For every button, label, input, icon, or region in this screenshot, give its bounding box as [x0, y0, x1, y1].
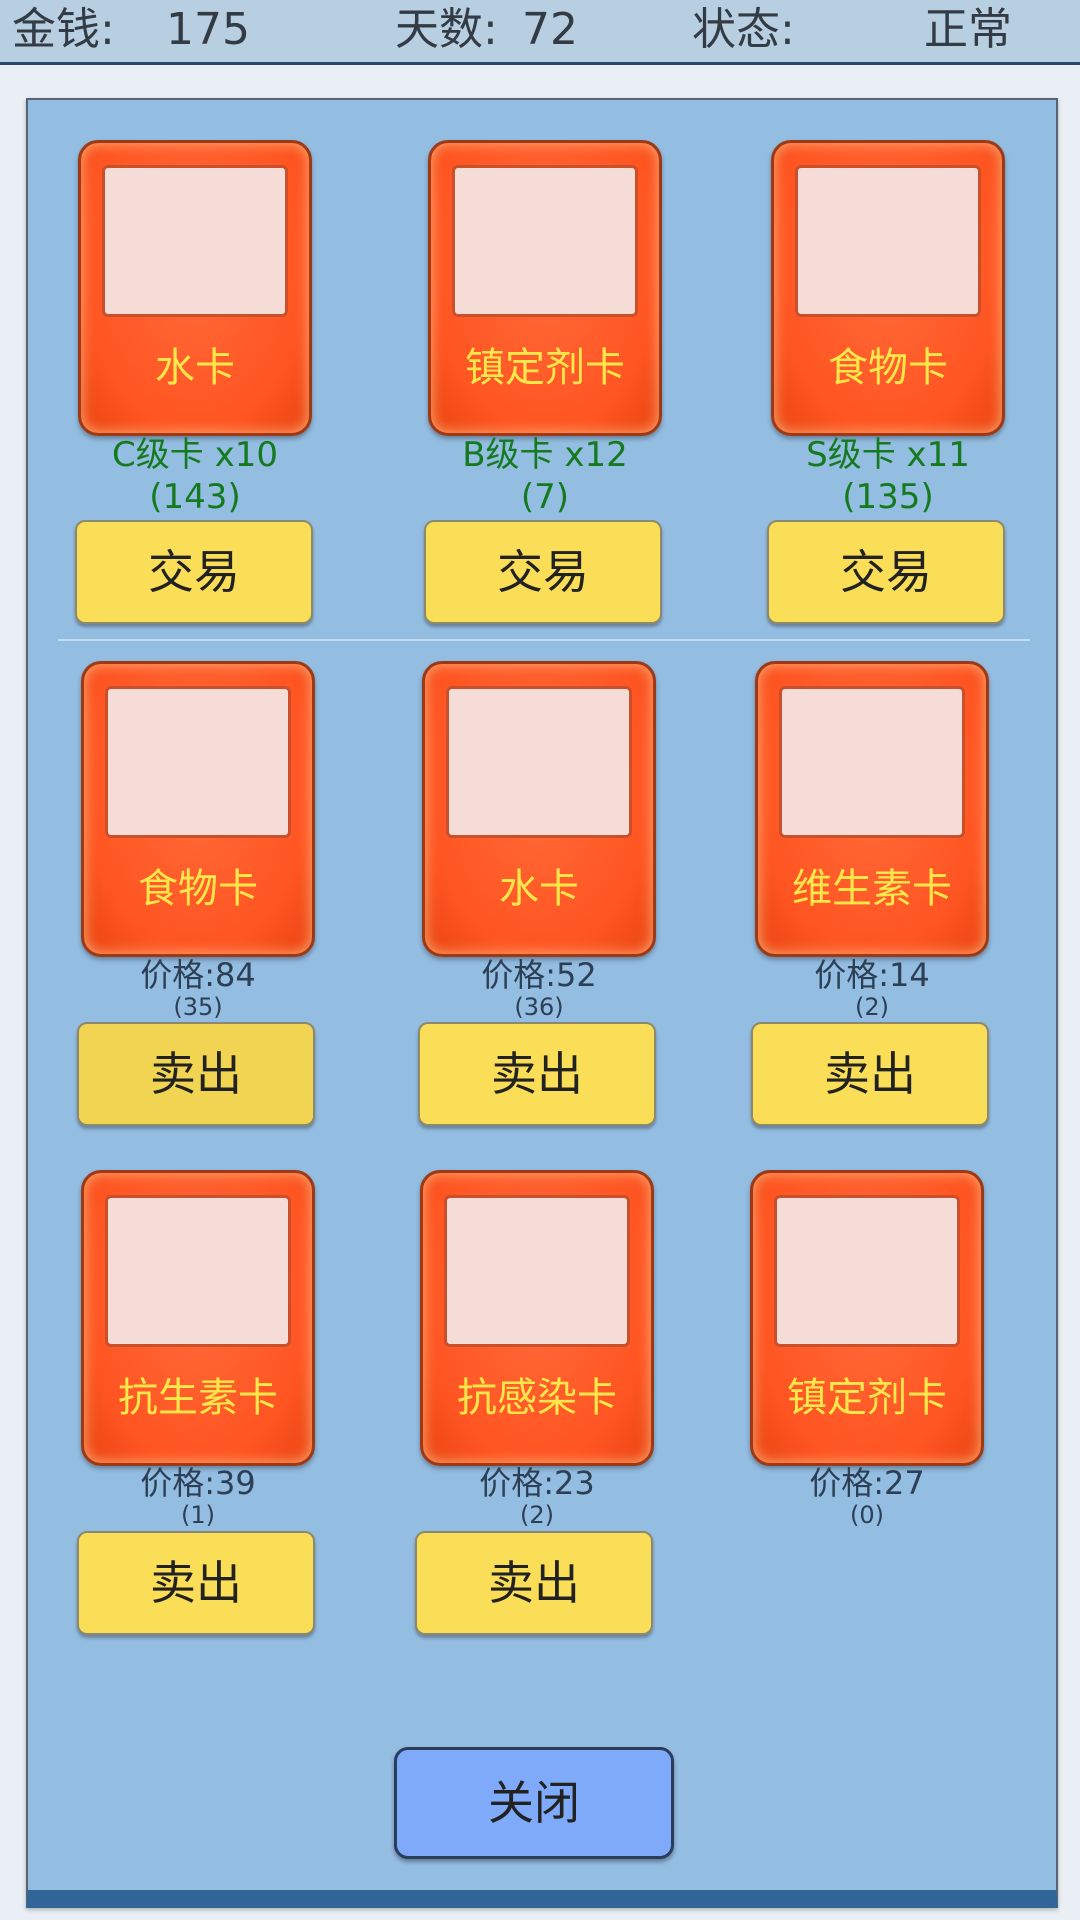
card-owned-count: (35)	[173, 993, 223, 1021]
card-owned-count: (36)	[514, 993, 564, 1021]
sell-button[interactable]: 卖出	[77, 1022, 315, 1126]
status-bar: 金钱: 175 天数: 72 状态: 正常	[0, 0, 1080, 65]
card-owned-count: (2)	[855, 993, 889, 1021]
trade-card[interactable]: 镇定剂卡	[428, 140, 662, 436]
card-price: 价格:39	[140, 1464, 256, 1502]
section-divider	[58, 639, 1030, 641]
card-price: 价格:27	[809, 1464, 925, 1502]
card-art	[774, 1195, 960, 1347]
money-value: 175	[166, 4, 250, 55]
sell-card[interactable]: 抗感染卡	[420, 1170, 654, 1466]
trade-button[interactable]: 交易	[424, 520, 662, 624]
trade-button[interactable]: 交易	[75, 520, 313, 624]
sell-button[interactable]: 卖出	[418, 1022, 656, 1126]
card-name: 水卡	[155, 345, 235, 391]
sell-button[interactable]: 卖出	[77, 1531, 315, 1635]
card-name: 水卡	[499, 866, 579, 912]
card-art	[795, 165, 981, 317]
card-grade: S级卡 x11	[806, 435, 970, 475]
close-button[interactable]: 关闭	[394, 1747, 674, 1859]
card-stock-count: (135)	[842, 477, 934, 517]
card-art	[105, 686, 291, 838]
status-label: 状态:	[692, 4, 795, 55]
card-grade: B级卡 x12	[462, 435, 628, 475]
card-owned-count: (2)	[520, 1501, 554, 1529]
card-owned-count: (1)	[181, 1501, 215, 1529]
card-name: 食物卡	[138, 866, 258, 912]
sell-button[interactable]: 卖出	[415, 1531, 653, 1635]
card-price: 价格:23	[479, 1464, 595, 1502]
card-name: 抗生素卡	[118, 1375, 278, 1421]
card-art	[102, 165, 288, 317]
card-name: 食物卡	[828, 345, 948, 391]
shop-panel: 水卡 C级卡 x10 (143) 交易 镇定剂卡 B级卡 x12 (7) 交易 …	[26, 98, 1058, 1908]
card-name: 镇定剂卡	[465, 345, 625, 391]
card-art	[779, 686, 965, 838]
card-owned-count: (0)	[850, 1501, 884, 1529]
card-price: 价格:84	[140, 956, 256, 994]
card-name: 维生素卡	[792, 866, 952, 912]
card-stock-count: (143)	[149, 477, 241, 517]
days-value: 72	[522, 4, 578, 55]
card-art	[105, 1195, 291, 1347]
card-stock-count: (7)	[520, 477, 570, 517]
sell-button[interactable]: 卖出	[751, 1022, 989, 1126]
sell-card[interactable]: 食物卡	[81, 661, 315, 957]
trade-button[interactable]: 交易	[767, 520, 1005, 624]
card-art	[446, 686, 632, 838]
card-price: 价格:52	[481, 956, 597, 994]
sell-card[interactable]: 水卡	[422, 661, 656, 957]
card-name: 抗感染卡	[457, 1375, 617, 1421]
card-grade: C级卡 x10	[112, 435, 278, 475]
status-value: 正常	[924, 4, 1012, 55]
card-art	[444, 1195, 630, 1347]
card-price: 价格:14	[814, 956, 930, 994]
sell-card[interactable]: 维生素卡	[755, 661, 989, 957]
sell-card[interactable]: 镇定剂卡	[750, 1170, 984, 1466]
trade-card[interactable]: 水卡	[78, 140, 312, 436]
money-label: 金钱:	[12, 4, 115, 55]
trade-card[interactable]: 食物卡	[771, 140, 1005, 436]
sell-card[interactable]: 抗生素卡	[81, 1170, 315, 1466]
card-art	[452, 165, 638, 317]
days-label: 天数:	[395, 4, 498, 55]
card-name: 镇定剂卡	[787, 1375, 947, 1421]
